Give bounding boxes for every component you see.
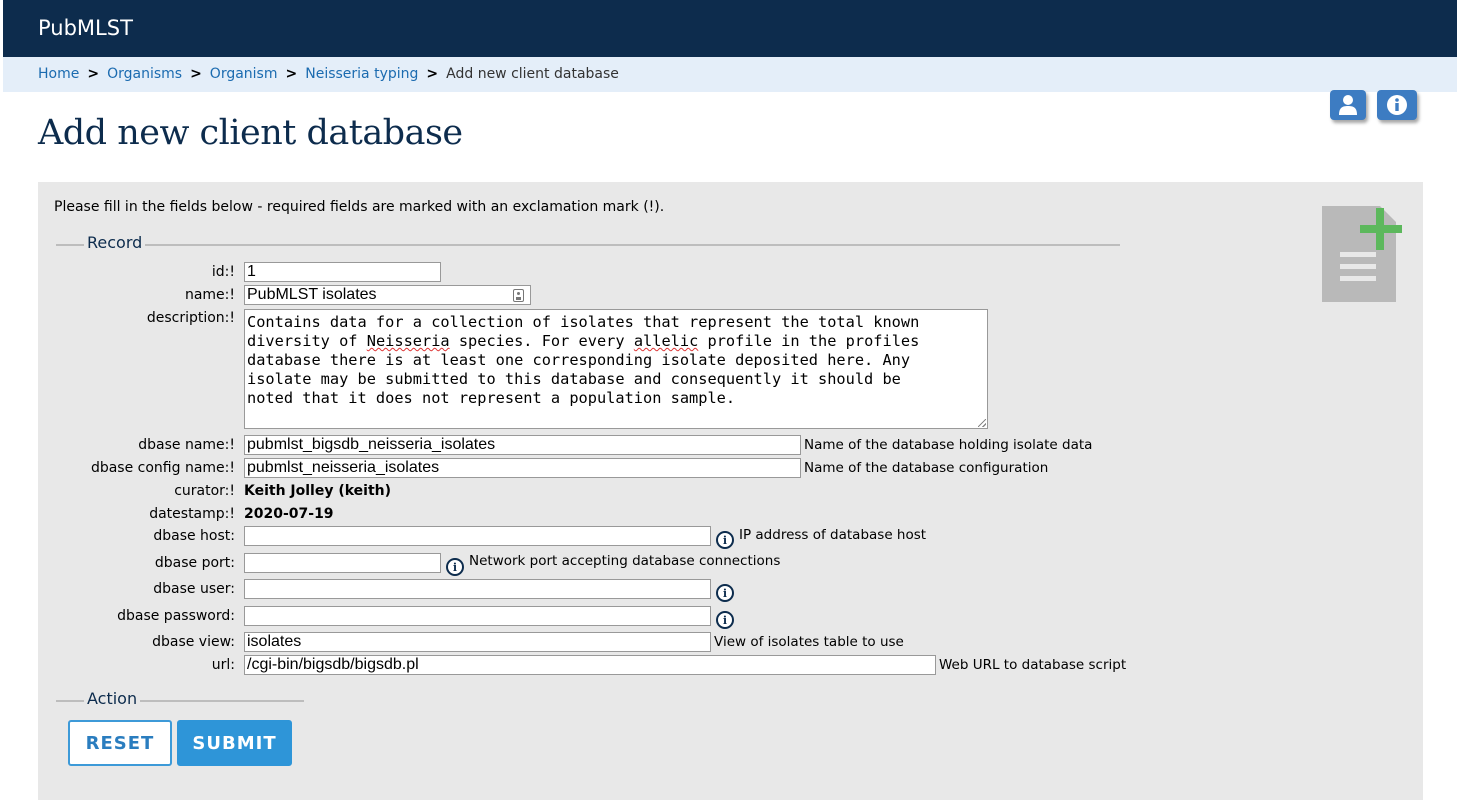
dbase-config-name-row: dbase config name:! pubmlst_neisseria_is…: [38, 458, 1423, 480]
dbase-password-label: dbase password:: [117, 608, 235, 624]
curator-row: curator:! Keith Jolley (keith): [38, 481, 1423, 503]
datestamp-value: 2020-07-19: [244, 506, 334, 522]
dbase-view-field[interactable]: isolates: [244, 632, 711, 652]
submit-button[interactable]: SUBMIT: [177, 720, 292, 766]
info-icon: [1387, 95, 1407, 115]
dbase-name-help: Name of the database holding isolate dat…: [804, 437, 1093, 453]
dbase-config-name-label: dbase config name:!: [90, 460, 235, 476]
curator-label: curator:!: [174, 483, 235, 499]
description-line: isolate may be submitted to this databas…: [247, 370, 901, 388]
reset-button[interactable]: RESET: [68, 720, 172, 766]
dbase-name-label: dbase name:!: [138, 437, 235, 453]
breadcrumb-separator: >: [285, 66, 298, 82]
dbase-config-name-field[interactable]: pubmlst_neisseria_isolates: [244, 458, 801, 478]
record-fieldset-border: [56, 244, 1120, 246]
curator-value: Keith Jolley (keith): [244, 483, 392, 499]
breadcrumb-neisseria-typing[interactable]: Neisseria typing: [305, 66, 418, 82]
dbase-host-field[interactable]: [244, 526, 711, 546]
description-line: database there is at least one correspon…: [247, 351, 911, 369]
dbase-password-row: dbase password: i: [38, 606, 1423, 629]
breadcrumb-organisms[interactable]: Organisms: [107, 66, 182, 82]
breadcrumb: Home > Organisms > Organism > Neisseria typing…: [3, 57, 1457, 92]
url-label: url:: [211, 657, 235, 673]
id-row: id:! 1: [38, 262, 1423, 284]
breadcrumb-separator: >: [87, 66, 100, 82]
autofill-icon: [513, 289, 524, 302]
description-line: Contains data for a collection of isolat…: [247, 313, 920, 331]
url-help: Web URL to database script: [939, 657, 1127, 673]
url-row: url: /cgi-bin/bigsdb/bigsdb.pl Web URL t…: [38, 655, 1423, 677]
form-intro: Please fill in the fields below - requir…: [54, 199, 665, 215]
dbase-port-field[interactable]: [244, 553, 441, 573]
dbase-port-label: dbase port:: [154, 555, 235, 571]
breadcrumb-home[interactable]: Home: [38, 66, 79, 82]
url-field[interactable]: /cgi-bin/bigsdb/bigsdb.pl: [244, 655, 936, 675]
dbase-port-row: dbase port: i Network port accepting dat…: [38, 553, 1423, 576]
description-textarea[interactable]: Contains data for a collection of isolat…: [244, 309, 988, 429]
top-bar: PubMLST: [3, 0, 1457, 57]
spellcheck-word: allelic: [633, 332, 699, 350]
dbase-view-row: dbase view: isolates View of isolates ta…: [38, 632, 1423, 654]
name-value: PubMLST isolates: [247, 286, 377, 303]
breadcrumb-organism[interactable]: Organism: [210, 66, 278, 82]
description-label: description:!: [146, 310, 235, 326]
breadcrumb-separator: >: [426, 66, 439, 82]
user-icon: [1339, 95, 1357, 115]
description-line: noted that it does not represent a popul…: [247, 389, 736, 407]
dbase-view-help: View of isolates table to use: [714, 634, 904, 650]
id-field[interactable]: 1: [244, 262, 441, 282]
action-legend: Action: [84, 689, 141, 708]
spellcheck-word: Neisseria: [366, 332, 450, 350]
dbase-port-info-icon[interactable]: i: [446, 558, 464, 576]
name-label: name:!: [184, 287, 235, 303]
info-button[interactable]: [1377, 90, 1417, 120]
dbase-password-field[interactable]: [244, 606, 711, 626]
dbase-port-help: Network port accepting database connecti…: [469, 553, 781, 569]
record-legend: Record: [84, 233, 146, 252]
breadcrumb-separator: >: [190, 66, 202, 82]
name-field[interactable]: PubMLST isolates: [244, 285, 531, 305]
resize-handle-icon[interactable]: [978, 419, 986, 427]
dbase-user-label: dbase user:: [153, 581, 235, 597]
id-label: id:!: [211, 264, 235, 280]
datestamp-row: datestamp:! 2020-07-19: [38, 504, 1423, 526]
dbase-name-row: dbase name:! pubmlst_bigsdb_neisseria_is…: [38, 435, 1423, 457]
breadcrumb-current: Add new client database: [446, 66, 619, 82]
page-title: Add new client database: [38, 113, 463, 153]
dbase-host-help: IP address of database host: [739, 527, 927, 543]
description-line: diversity of: [247, 332, 367, 350]
user-button[interactable]: [1330, 90, 1366, 120]
description-line: profile in the profiles: [698, 332, 920, 350]
name-row: name:! PubMLST isolates: [38, 285, 1423, 307]
dbase-password-info-icon[interactable]: i: [716, 611, 734, 629]
dbase-host-info-icon[interactable]: i: [716, 531, 734, 549]
dbase-user-field[interactable]: [244, 579, 711, 599]
dbase-user-row: dbase user: i: [38, 579, 1423, 602]
dbase-host-label: dbase host:: [153, 528, 235, 544]
dbase-user-info-icon[interactable]: i: [716, 584, 734, 602]
form-panel: Please fill in the fields below - requir…: [38, 182, 1423, 800]
datestamp-label: datestamp:!: [149, 506, 235, 522]
dbase-view-label: dbase view:: [152, 634, 235, 650]
description-line: species. For every: [449, 332, 634, 350]
dbase-config-name-help: Name of the database configuration: [804, 460, 1049, 476]
dbase-name-field[interactable]: pubmlst_bigsdb_neisseria_isolates: [244, 435, 801, 455]
dbase-host-row: dbase host: i IP address of database hos…: [38, 526, 1423, 549]
site-brand[interactable]: PubMLST: [38, 16, 133, 40]
